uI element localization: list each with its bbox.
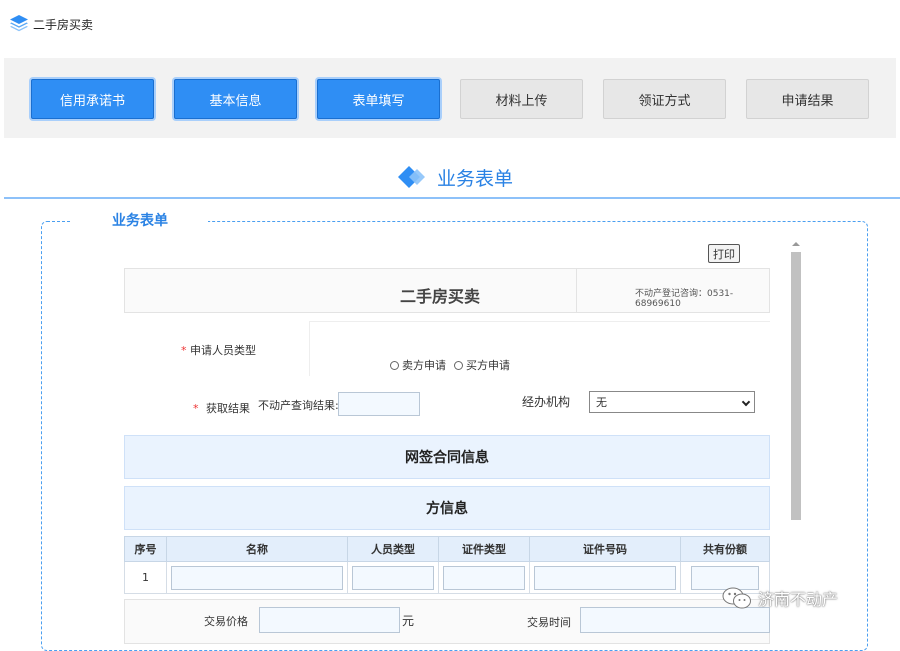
time-input[interactable] <box>580 607 770 633</box>
col-id-type: 证件类型 <box>438 536 530 562</box>
hotline-text: 不动产登记咨询：0531-68969610 <box>635 289 734 309</box>
step-form-fill[interactable]: 表单填写 <box>317 79 440 119</box>
query-result-input[interactable] <box>338 392 420 416</box>
table-header-row: 序号 名称 人员类型 证件类型 证件号码 共有份额 <box>124 536 770 562</box>
id-type-input[interactable] <box>443 565 525 590</box>
step-certificate-method[interactable]: 领证方式 <box>603 79 726 119</box>
col-index: 序号 <box>124 536 167 562</box>
document-title: 二手房买卖 <box>400 287 481 306</box>
step-navigation: 信用承诺书 基本信息 表单填写 材料上传 领证方式 申请结果 <box>4 58 896 138</box>
party-info-band: 方信息 <box>124 486 770 530</box>
col-name: 名称 <box>166 536 348 562</box>
table-row: 1 <box>124 561 770 594</box>
print-button[interactable]: 打印 <box>708 244 740 263</box>
person-type-input[interactable] <box>352 565 434 590</box>
result-label: * 获取结果 <box>193 402 250 415</box>
watermark: 济南不动产 <box>722 586 838 610</box>
chevron-down-icon <box>741 397 751 407</box>
radio-seller[interactable]: 卖方申请 <box>390 357 446 373</box>
fieldset-legend: 业务表单 <box>72 208 208 232</box>
applicant-type-label: * 申请人员类型 <box>181 344 256 357</box>
layers-icon <box>10 15 28 32</box>
scrollbar[interactable] <box>789 240 803 638</box>
scroll-up-arrow-icon[interactable] <box>792 242 800 246</box>
applicant-type-box <box>309 321 770 376</box>
diamond-icon <box>398 166 425 188</box>
price-unit: 元 <box>402 614 415 628</box>
section-divider <box>4 197 900 199</box>
app-title: 二手房买卖 <box>33 18 94 32</box>
radio-circle-icon[interactable] <box>390 360 399 370</box>
price-input[interactable] <box>259 607 400 633</box>
contract-info-band: 网签合同信息 <box>124 435 770 479</box>
section-header: 业务表单 <box>0 150 900 200</box>
id-number-input[interactable] <box>534 565 676 590</box>
wechat-icon <box>722 587 751 609</box>
col-share: 共有份额 <box>680 536 770 562</box>
step-apply-result[interactable]: 申请结果 <box>746 79 869 119</box>
query-result-label: 不动产查询结果: <box>258 399 339 412</box>
scroll-thumb[interactable] <box>791 252 801 520</box>
price-label: 交易价格 <box>204 615 248 628</box>
time-label: 交易时间 <box>527 616 571 629</box>
agency-select[interactable]: 无 <box>589 391 755 413</box>
watermark-text: 济南不动产 <box>758 590 839 609</box>
document-header: 二手房买卖 不动产登记咨询：0531-68969610 <box>124 268 770 313</box>
col-id-number: 证件号码 <box>529 536 681 562</box>
name-input[interactable] <box>171 565 343 590</box>
step-basic-info[interactable]: 基本信息 <box>174 79 297 119</box>
radio-buyer[interactable]: 买方申请 <box>454 357 510 373</box>
step-credit-commitment[interactable]: 信用承诺书 <box>31 79 154 119</box>
radio-circle-icon[interactable] <box>454 360 463 370</box>
col-person-type: 人员类型 <box>347 536 439 562</box>
party-table: 序号 名称 人员类型 证件类型 证件号码 共有份额 1 <box>124 536 770 594</box>
section-title: 业务表单 <box>437 168 514 190</box>
agency-label: 经办机构 <box>522 395 571 409</box>
required-mark: * <box>181 344 187 357</box>
top-bar: 二手房买卖 <box>0 0 900 48</box>
applicant-type-radios: 卖方申请 买方申请 <box>390 357 518 373</box>
row-index: 1 <box>124 561 167 594</box>
step-material-upload[interactable]: 材料上传 <box>460 79 583 119</box>
header-separator <box>576 269 577 313</box>
